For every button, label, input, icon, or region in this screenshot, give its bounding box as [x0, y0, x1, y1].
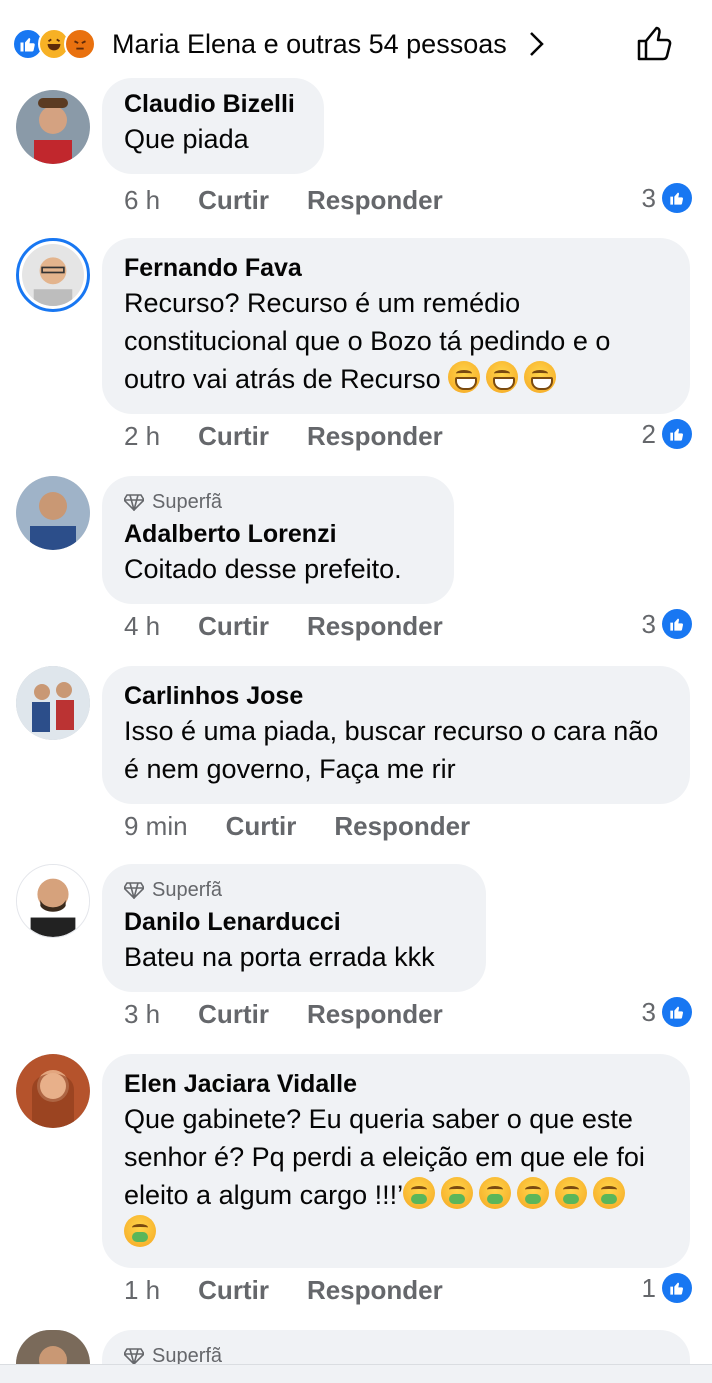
reactions-summary-text[interactable]: Maria Elena e outras 54 pessoas — [112, 28, 507, 60]
author-name[interactable]: Elen Jaciara Vidalle — [124, 1068, 668, 1100]
avatar[interactable] — [16, 1330, 90, 1364]
comment-bubble[interactable]: Fernando Fava Recurso? Recurso é um remé… — [102, 238, 690, 414]
superfan-badge: Superfã — [124, 878, 464, 902]
comment-bubble[interactable]: Elen Jaciara Vidalle Que gabinete? Eu qu… — [102, 1054, 690, 1268]
grin-emoji-icon — [486, 361, 519, 393]
like-outline-icon[interactable] — [634, 24, 674, 64]
nauseated-face-icon — [555, 1177, 588, 1209]
reaction-count[interactable]: 3 — [642, 608, 692, 640]
like-button[interactable]: Curtir — [198, 1274, 269, 1306]
nauseated-face-icon — [517, 1177, 550, 1209]
chevron-right-icon[interactable] — [526, 28, 548, 60]
comment-text: Bateu na porta errada kkk — [124, 942, 435, 972]
like-icon — [662, 183, 692, 213]
grin-emoji-icon — [524, 361, 557, 393]
comment-time[interactable]: 3 h — [124, 998, 160, 1030]
diamond-icon — [124, 882, 144, 899]
reactions-header[interactable]: Maria Elena e outras 54 pessoas — [0, 0, 712, 88]
comment-time[interactable]: 4 h — [124, 610, 160, 642]
like-button[interactable]: Curtir — [226, 810, 297, 842]
like-count: 2 — [641, 419, 656, 449]
author-name[interactable]: Fernando Fava — [124, 252, 668, 284]
like-count: 3 — [641, 183, 656, 213]
avatar[interactable] — [16, 238, 90, 312]
superfan-label: Superfã — [152, 878, 223, 901]
comment-actions: 4 h Curtir Responder — [124, 610, 481, 642]
like-icon — [662, 609, 692, 639]
nauseated-face-icon — [124, 1215, 156, 1247]
comment-actions: 9 min Curtir Responder — [124, 810, 508, 842]
reply-button[interactable]: Responder — [307, 610, 443, 642]
like-button[interactable]: Curtir — [198, 420, 269, 452]
comment-time[interactable]: 2 h — [124, 420, 160, 452]
like-count: 3 — [641, 609, 656, 639]
superfan-label: Superfã — [152, 490, 223, 513]
comment-actions: 6 h Curtir Responder — [124, 184, 481, 216]
comment-bubble[interactable]: Superfã — [102, 1330, 690, 1367]
grin-emoji-icon — [448, 361, 481, 393]
angry-icon — [64, 28, 96, 60]
like-button[interactable]: Curtir — [198, 998, 269, 1030]
reaction-count[interactable]: 2 — [642, 418, 692, 450]
like-icon — [662, 1273, 692, 1303]
reaction-count[interactable]: 1 — [642, 1272, 692, 1304]
avatar[interactable] — [16, 476, 90, 550]
comment-bubble[interactable]: Carlinhos Jose Isso é uma piada, buscar … — [102, 666, 690, 804]
comment-time[interactable]: 9 min — [124, 810, 188, 842]
diamond-icon — [124, 494, 144, 511]
superfan-badge: Superfã — [124, 490, 432, 514]
reply-button[interactable]: Responder — [307, 998, 443, 1030]
comment-actions: 3 h Curtir Responder — [124, 998, 481, 1030]
nauseated-face-icon — [593, 1177, 626, 1209]
comment-text: Isso é uma piada, buscar recurso o cara … — [124, 716, 659, 784]
author-name[interactable]: Claudio Bizelli — [124, 88, 302, 120]
reaction-count[interactable]: 3 — [642, 996, 692, 1028]
reaction-count[interactable]: 3 — [642, 182, 692, 214]
nauseated-face-icon — [479, 1177, 512, 1209]
avatar[interactable] — [16, 666, 90, 740]
like-icon — [662, 997, 692, 1027]
avatar[interactable] — [16, 864, 90, 938]
like-button[interactable]: Curtir — [198, 184, 269, 216]
comment-composer-bar[interactable] — [0, 1364, 712, 1383]
comment-time[interactable]: 1 h — [124, 1274, 160, 1306]
nauseated-face-icon — [441, 1177, 474, 1209]
author-name[interactable]: Carlinhos Jose — [124, 680, 668, 712]
like-count: 1 — [641, 1273, 656, 1303]
reaction-summary — [12, 28, 96, 60]
comment-bubble[interactable]: Superfã Danilo Lenarducci Bateu na porta… — [102, 864, 486, 992]
author-name[interactable]: Adalberto Lorenzi — [124, 518, 432, 550]
avatar[interactable] — [16, 90, 90, 164]
author-name[interactable]: Danilo Lenarducci — [124, 906, 464, 938]
comment-text: Que piada — [124, 124, 249, 154]
comment-actions: 1 h Curtir Responder — [124, 1274, 481, 1306]
like-button[interactable]: Curtir — [198, 610, 269, 642]
like-count: 3 — [641, 997, 656, 1027]
reply-button[interactable]: Responder — [334, 810, 470, 842]
comment-bubble[interactable]: Superfã Adalberto Lorenzi Coitado desse … — [102, 476, 454, 604]
nauseated-face-icon — [403, 1177, 436, 1209]
comment-actions: 2 h Curtir Responder — [124, 420, 481, 452]
comment-bubble[interactable]: Claudio Bizelli Que piada — [102, 78, 324, 174]
reply-button[interactable]: Responder — [307, 420, 443, 452]
diamond-icon — [124, 1348, 144, 1365]
comment-text: Coitado desse prefeito. — [124, 554, 402, 584]
comment-time[interactable]: 6 h — [124, 184, 160, 216]
avatar[interactable] — [16, 1054, 90, 1128]
like-icon — [662, 419, 692, 449]
reply-button[interactable]: Responder — [307, 1274, 443, 1306]
reply-button[interactable]: Responder — [307, 184, 443, 216]
